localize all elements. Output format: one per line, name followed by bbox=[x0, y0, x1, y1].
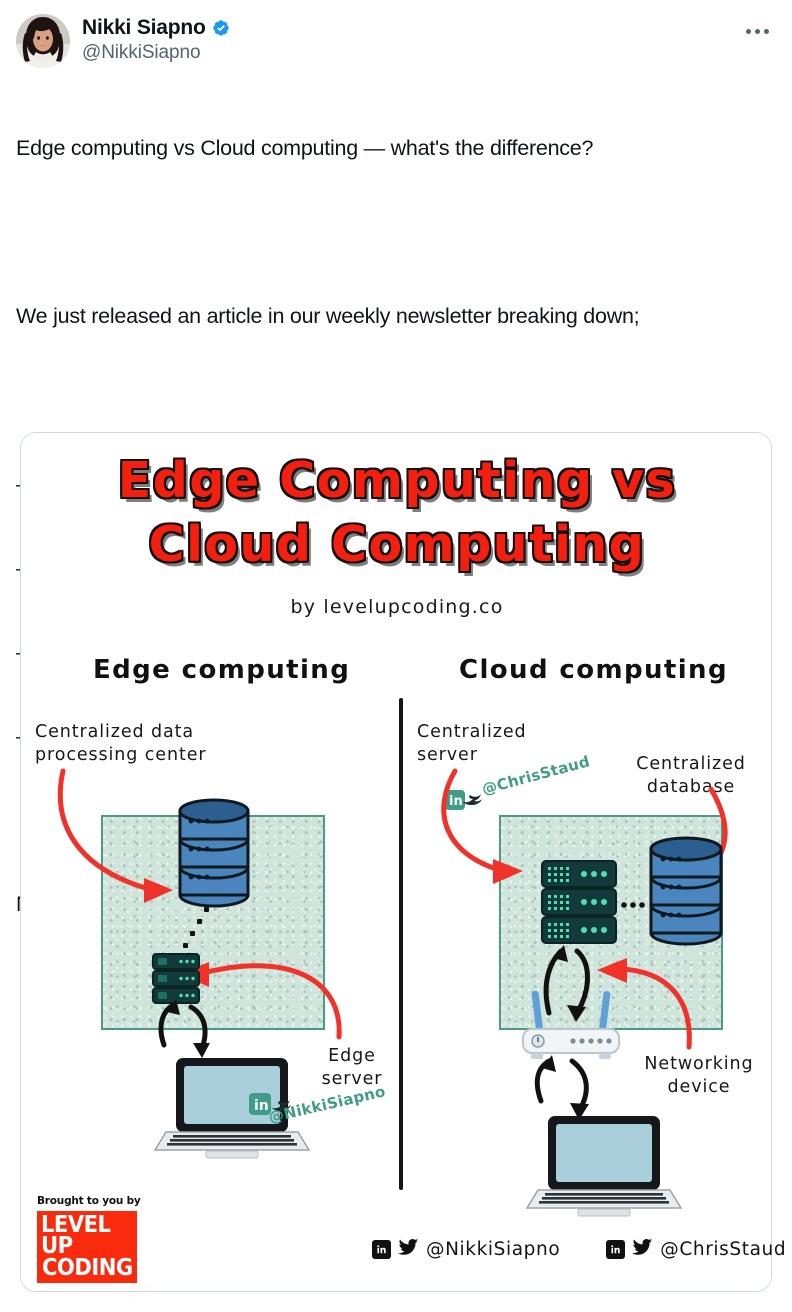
display-name: Nikki Siapno bbox=[82, 16, 206, 39]
twitter-bird-icon bbox=[632, 1238, 653, 1261]
label-centralized-database: Centralized database bbox=[636, 754, 746, 797]
laptop-icon bbox=[525, 1116, 683, 1217]
linkedin-icon bbox=[372, 1240, 391, 1259]
brand-block: Brought to you by LEVEL UP CODING bbox=[37, 1195, 141, 1283]
avatar-image bbox=[16, 14, 70, 68]
credit-nikkisiapno: @NikkiSiapno bbox=[372, 1238, 560, 1261]
edge-data-center-room bbox=[101, 815, 325, 1030]
linkedin-icon bbox=[606, 1240, 626, 1259]
verified-badge-icon bbox=[212, 19, 229, 36]
label-networking-device: Networking device bbox=[644, 1054, 754, 1097]
more-options-icon[interactable] bbox=[740, 20, 774, 42]
credit-handle: @NikkiSiapno bbox=[426, 1239, 561, 1260]
brand-line-1: LEVEL UP bbox=[41, 1212, 111, 1260]
networking-device-icon bbox=[522, 1028, 620, 1059]
tweet-header: Nikki Siapno @NikkiSiapno bbox=[0, 0, 792, 68]
tweet-container: Nikki Siapno @NikkiSiapno Edge computing… bbox=[0, 0, 792, 1312]
column-heading-edge: Edge computing bbox=[93, 655, 351, 685]
twitter-bird-icon bbox=[398, 1238, 419, 1261]
label-centralized-data-processing-center: Centralized data processing center bbox=[35, 722, 207, 765]
tweet-line-2: We just released an article in our weekl… bbox=[16, 304, 640, 328]
label-centralized-server: Centralized server bbox=[417, 722, 527, 765]
author-handle[interactable]: @NikkiSiapno bbox=[82, 41, 231, 65]
cloud-data-center-room bbox=[499, 815, 723, 1030]
brand-kicker: Brought to you by bbox=[37, 1195, 141, 1207]
credit-handle: @ChrisStaud bbox=[660, 1239, 787, 1260]
credit-chrisstaud: @ChrisStaud bbox=[606, 1238, 786, 1261]
label-edge-server: Edge server bbox=[321, 1046, 383, 1089]
levelup-coding-logo: LEVEL UP CODING bbox=[37, 1211, 137, 1283]
infographic-title: Edge Computing vs Cloud Computing bbox=[21, 449, 771, 577]
infographic-byline: by levelupcoding.co bbox=[290, 596, 504, 618]
infographic-title-line-2: Cloud Computing bbox=[148, 516, 646, 573]
svg-text:in: in bbox=[254, 1098, 269, 1114]
svg-text:in: in bbox=[449, 794, 463, 809]
avatar[interactable] bbox=[16, 14, 70, 68]
tweet-line-1: Edge computing vs Cloud computing — what… bbox=[16, 136, 594, 160]
tweet-media-card[interactable]: Edge Computing vs Cloud Computing by lev… bbox=[20, 432, 772, 1292]
column-heading-cloud: Cloud computing bbox=[459, 655, 728, 685]
author-info: Nikki Siapno @NikkiSiapno bbox=[82, 14, 231, 65]
infographic-image: Edge Computing vs Cloud Computing by lev… bbox=[21, 433, 771, 1291]
column-divider bbox=[399, 698, 403, 1190]
infographic-credits: @NikkiSiapno @ChrisStaud bbox=[372, 1238, 786, 1261]
infographic-title-line-1: Edge Computing vs bbox=[117, 452, 677, 509]
brand-line-2: CODING bbox=[41, 1254, 133, 1281]
